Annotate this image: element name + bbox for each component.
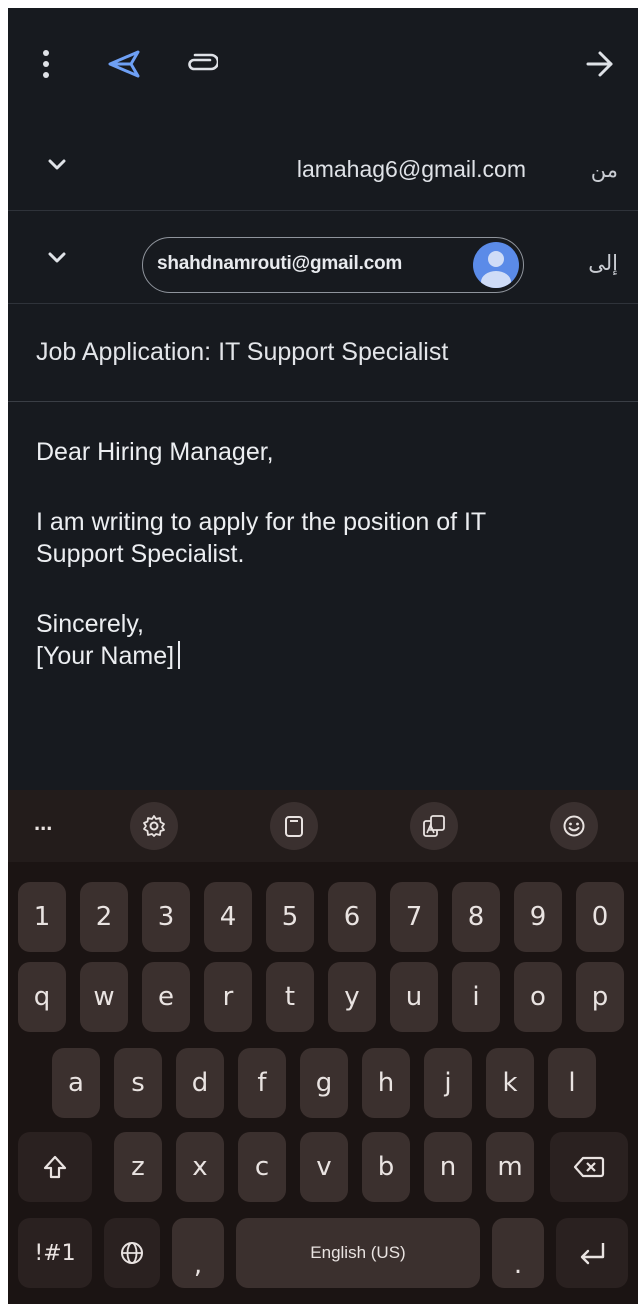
enter-key[interactable] [556, 1218, 628, 1288]
key-d[interactable]: d [176, 1048, 224, 1118]
key-2[interactable]: 2 [80, 882, 128, 952]
translate-icon[interactable] [410, 802, 458, 850]
key-o[interactable]: o [514, 962, 562, 1032]
key-q[interactable]: q [18, 962, 66, 1032]
key-9[interactable]: 9 [514, 882, 562, 952]
backspace-key[interactable] [550, 1132, 628, 1202]
key-u[interactable]: u [390, 962, 438, 1032]
key-l[interactable]: l [548, 1048, 596, 1118]
body-line[interactable]: Support Specialist. [36, 538, 244, 570]
key-0[interactable]: 0 [576, 882, 624, 952]
divider [8, 401, 638, 402]
key-a[interactable]: a [52, 1048, 100, 1118]
recipient-email: shahdnamrouti@gmail.com [157, 253, 403, 274]
key-7[interactable]: 7 [390, 882, 438, 952]
key-f[interactable]: f [238, 1048, 286, 1118]
from-label: من [590, 158, 618, 182]
compose-toolbar [8, 8, 638, 118]
settings-icon[interactable] [130, 802, 178, 850]
key-1[interactable]: 1 [18, 882, 66, 952]
body-line[interactable]: I am writing to apply for the position o… [36, 506, 486, 538]
key-6[interactable]: 6 [328, 882, 376, 952]
globe-icon [121, 1242, 143, 1264]
signature-text: [Your Name] [36, 642, 175, 670]
symbols-key[interactable]: !#1 [18, 1218, 92, 1288]
key-r[interactable]: r [204, 962, 252, 1032]
body-signature[interactable]: [Your Name] [36, 640, 181, 672]
key-y[interactable]: y [328, 962, 376, 1032]
to-label: إلى [588, 251, 618, 275]
key-b[interactable]: b [362, 1132, 410, 1202]
period-key[interactable]: . [492, 1218, 544, 1288]
body-closing[interactable]: Sincerely, [36, 608, 144, 640]
subject-field[interactable]: Job Application: IT Support Specialist [36, 338, 448, 367]
comma-key[interactable]: , [172, 1218, 224, 1288]
more-tools-button[interactable]: ... [34, 810, 52, 836]
recipient-chip[interactable]: shahdnamrouti@gmail.com [142, 237, 524, 293]
more-options-icon[interactable] [22, 40, 70, 88]
key-8[interactable]: 8 [452, 882, 500, 952]
body-greeting[interactable]: Dear Hiring Manager, [36, 436, 274, 468]
compose-screen: lamahag6@gmail.com من shahdnamrouti@gmai… [8, 8, 638, 1304]
language-key[interactable] [104, 1218, 160, 1288]
key-v[interactable]: v [300, 1132, 348, 1202]
emoji-icon[interactable] [550, 802, 598, 850]
attach-icon[interactable] [178, 40, 226, 88]
key-5[interactable]: 5 [266, 882, 314, 952]
key-e[interactable]: e [142, 962, 190, 1032]
key-i[interactable]: i [452, 962, 500, 1032]
from-row: lamahag6@gmail.com من [8, 118, 638, 211]
key-t[interactable]: t [266, 962, 314, 1032]
space-key[interactable]: English (US) [236, 1218, 480, 1288]
backspace-icon [573, 1156, 605, 1178]
shift-icon [43, 1155, 67, 1179]
send-icon[interactable] [100, 40, 148, 88]
key-k[interactable]: k [486, 1048, 534, 1118]
key-4[interactable]: 4 [204, 882, 252, 952]
key-n[interactable]: n [424, 1132, 472, 1202]
keyboard: 1 2 3 4 5 6 7 8 9 0 q w e r t y u i o p … [8, 862, 638, 1304]
avatar [473, 242, 519, 288]
enter-icon [580, 1243, 605, 1265]
from-address[interactable]: lamahag6@gmail.com [297, 156, 526, 183]
to-row: shahdnamrouti@gmail.com إلى [8, 211, 638, 304]
key-m[interactable]: m [486, 1132, 534, 1202]
chevron-down-icon[interactable] [44, 245, 70, 271]
key-w[interactable]: w [80, 962, 128, 1032]
chevron-down-icon[interactable] [44, 152, 70, 178]
key-j[interactable]: j [424, 1048, 472, 1118]
key-3[interactable]: 3 [142, 882, 190, 952]
key-z[interactable]: z [114, 1132, 162, 1202]
forward-arrow-icon[interactable] [576, 40, 624, 88]
key-c[interactable]: c [238, 1132, 286, 1202]
key-g[interactable]: g [300, 1048, 348, 1118]
key-h[interactable]: h [362, 1048, 410, 1118]
shift-key[interactable] [18, 1132, 92, 1202]
key-x[interactable]: x [176, 1132, 224, 1202]
key-p[interactable]: p [576, 962, 624, 1032]
clipboard-icon[interactable] [270, 802, 318, 850]
key-s[interactable]: s [114, 1048, 162, 1118]
text-cursor [178, 641, 181, 669]
keyboard-toolbar: ... [8, 790, 638, 862]
